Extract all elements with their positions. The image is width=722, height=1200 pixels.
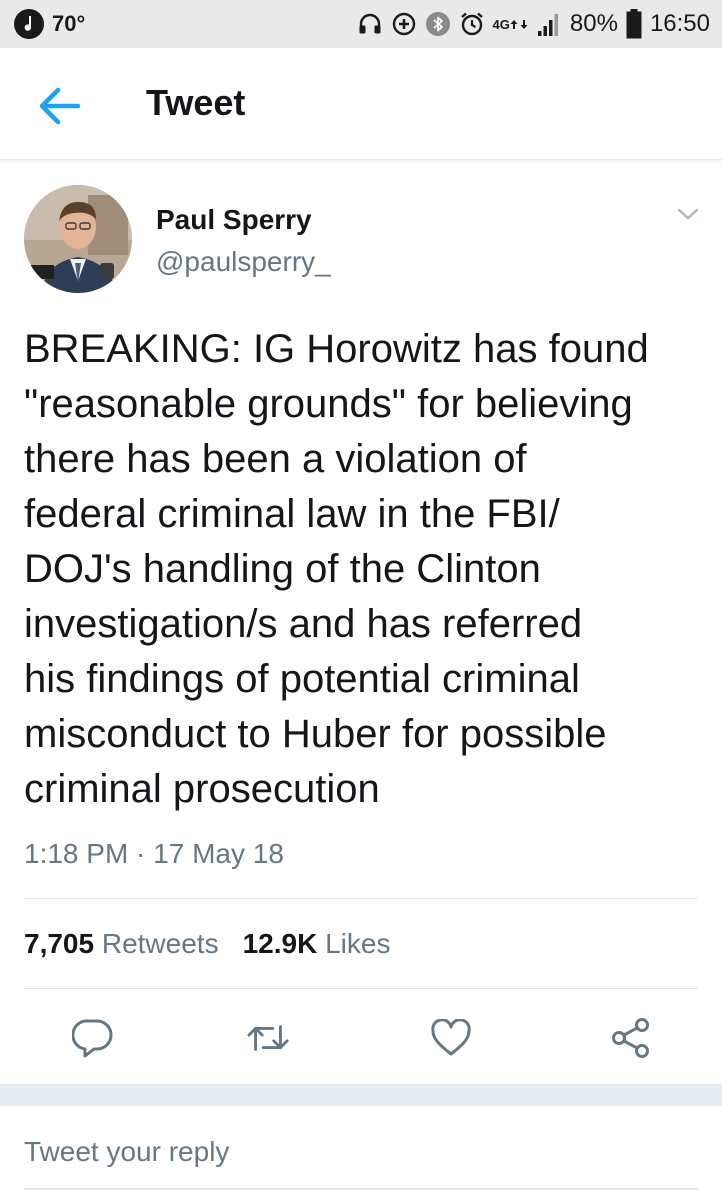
tweet-text-line: BREAKING: IG Horowitz has found	[24, 327, 649, 371]
divider	[24, 898, 698, 899]
network-type-label: 4G	[492, 16, 510, 32]
back-button[interactable]	[36, 86, 82, 126]
tweet-actions	[0, 1010, 722, 1070]
clock: 16:50	[649, 10, 710, 37]
music-app-icon	[14, 9, 44, 39]
battery-icon	[626, 9, 642, 39]
retweets-label: Retweets	[101, 928, 219, 959]
likes-label: Likes	[325, 928, 391, 959]
data-saver-icon	[391, 11, 417, 37]
likes-stat[interactable]: 12.9K Likes	[243, 928, 391, 959]
page-title: Tweet	[146, 82, 246, 123]
share-button[interactable]	[609, 1016, 653, 1060]
signal-icon	[536, 11, 562, 37]
retweets-count: 7,705	[24, 928, 95, 959]
reply-input-underline	[24, 1188, 698, 1190]
tweet-text-line: "reasonable grounds" for believing	[24, 382, 633, 426]
tweet-text-line: there has been a violation of	[24, 437, 527, 481]
tweet-text-line: federal criminal law in the FBI/	[24, 492, 560, 536]
tweet-text-line: investigation/s and has referred	[24, 602, 583, 646]
tweet-menu-button[interactable]	[676, 204, 700, 224]
tweet-text-line: misconduct to Huber for possible	[24, 712, 607, 756]
network-type: 4G	[493, 18, 528, 31]
temperature: 70°	[52, 11, 86, 36]
status-bar: 70° 4G 80% 16:50	[0, 0, 722, 48]
divider	[24, 988, 698, 989]
author-name[interactable]: Paul Sperry	[156, 204, 312, 236]
retweets-stat[interactable]: 7,705 Retweets	[24, 928, 219, 959]
likes-count: 12.9K	[242, 928, 318, 959]
app-header: Tweet	[0, 48, 722, 160]
battery-percent: 80%	[569, 10, 618, 37]
like-icon	[431, 1019, 471, 1056]
data-arrows-icon	[510, 19, 528, 29]
profile-photo	[24, 185, 132, 293]
tweet-text-line: his findings of potential criminal	[24, 657, 580, 701]
reply-icon	[72, 1019, 113, 1058]
retweet-button[interactable]	[246, 1016, 290, 1060]
alarm-icon	[459, 11, 485, 37]
avatar[interactable]	[24, 185, 132, 293]
headphones-icon	[357, 11, 383, 37]
bluetooth-icon	[425, 11, 451, 37]
retweet-icon	[247, 1025, 289, 1051]
tweet-text: BREAKING: IG Horowitz has found "reasona…	[24, 322, 714, 817]
tweet-stats: 7,705 Retweets 12.9K Likes	[24, 928, 390, 960]
status-bar-right: 4G 80% 16:50	[357, 6, 710, 42]
reply-input[interactable]: Tweet your reply	[24, 1136, 229, 1168]
tweet-text-line: criminal prosecution	[24, 767, 380, 811]
chevron-down-icon	[677, 208, 699, 220]
status-bar-left: 70°	[14, 9, 85, 39]
reply-button[interactable]	[71, 1016, 115, 1060]
author-handle[interactable]: @paulsperry_	[156, 246, 331, 278]
arrow-left-icon	[39, 87, 81, 125]
tweet-timestamp: 1:18 PM · 17 May 18	[24, 838, 284, 869]
like-button[interactable]	[429, 1016, 473, 1060]
share-icon	[612, 1018, 649, 1058]
section-separator	[0, 1084, 722, 1106]
tweet-text-line: DOJ's handling of the Clinton	[24, 547, 541, 591]
